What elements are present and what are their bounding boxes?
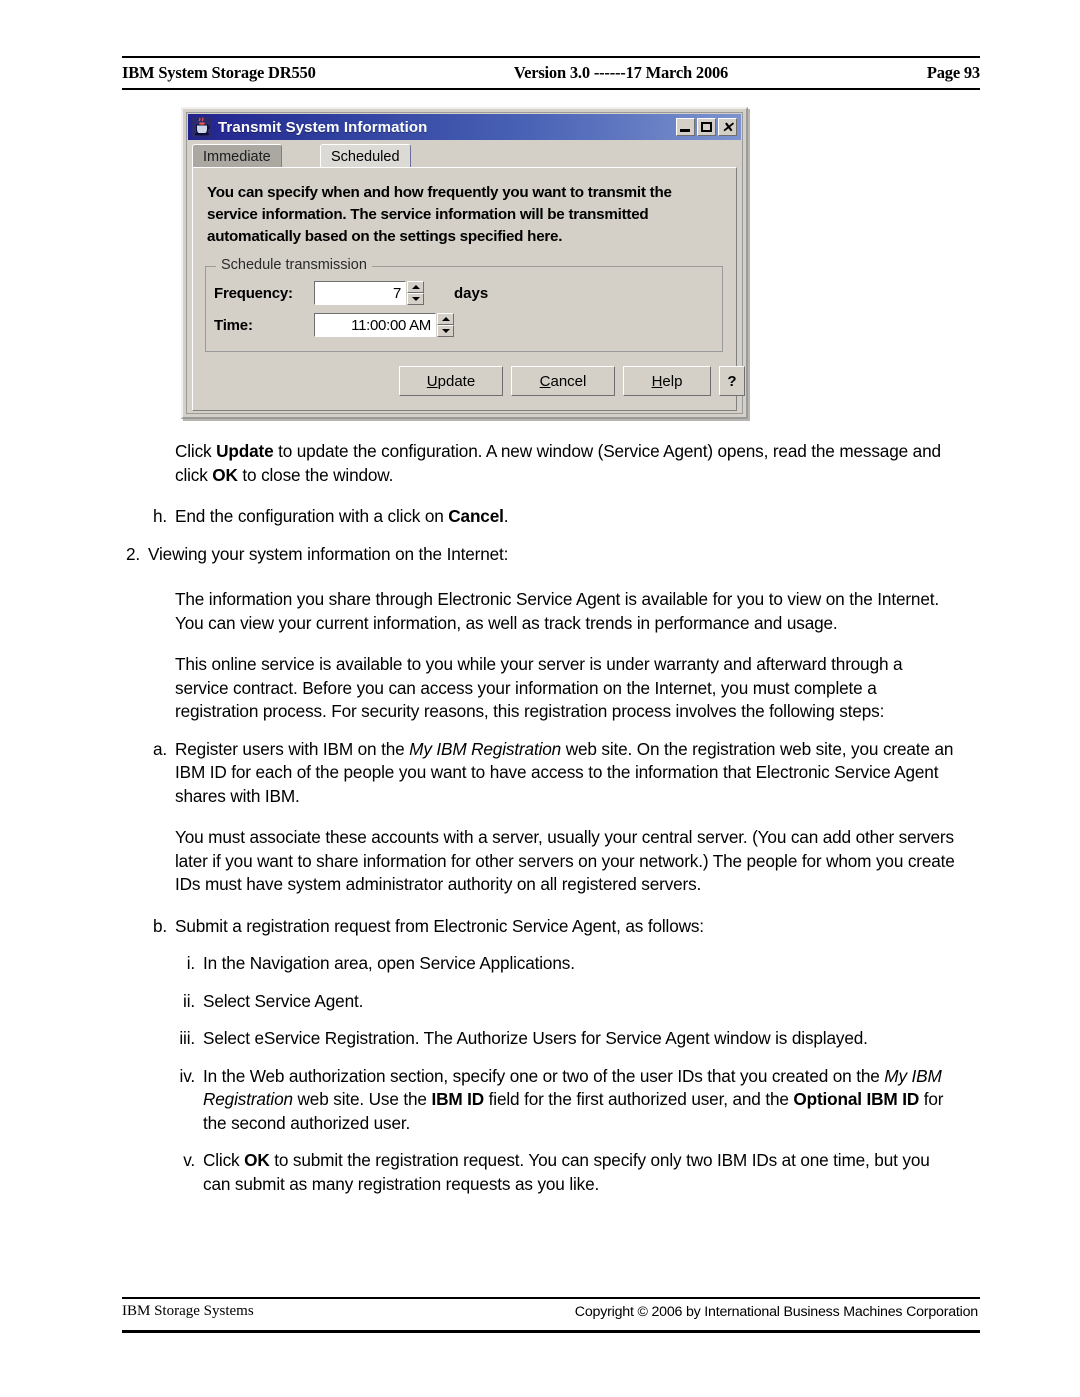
list-item-iii: iii. Select eService Registration. The Au… [179, 1027, 960, 1051]
text-run: to submit the registration request. You … [203, 1150, 930, 1194]
java-coffee-cup-icon [192, 117, 212, 137]
page-header: IBM System Storage DR550 Version 3.0 ---… [122, 56, 980, 90]
footer-division: IBM Storage Systems [122, 1303, 254, 1319]
tab-scheduled-label: Scheduled [331, 148, 400, 165]
help-button-label: elp [662, 372, 683, 390]
tab-scheduled[interactable]: Scheduled [320, 144, 411, 168]
frequency-stepper-buttons [407, 281, 424, 305]
text-run-bold: IBM ID [431, 1089, 485, 1109]
paragraph-associate-accounts: You must associate these accounts with a… [175, 827, 955, 894]
tab-immediate[interactable]: Immediate [192, 144, 282, 168]
frequency-increment-icon[interactable] [407, 281, 424, 293]
text-run-bold: OK [212, 464, 238, 485]
text-run: . [503, 506, 509, 526]
list-marker: 2. [125, 543, 140, 564]
text-run: Select eService Registration. The Author… [203, 1028, 868, 1048]
update-button[interactable]: Update [399, 366, 503, 396]
text-run-italic: My IBM Registration [409, 738, 562, 759]
document-body: Click Update to update the configuration… [0, 440, 1080, 1196]
context-help-button[interactable]: ? [719, 366, 745, 396]
text-run-bold: Optional IBM ID [793, 1089, 920, 1109]
text-run: In the Navigation area, open Service App… [203, 953, 575, 973]
paragraph-online-service: This online service is available to you … [175, 654, 903, 721]
list-item-b: b. Submit a registration request from Ele… [153, 915, 960, 939]
update-button-mnemonic: U [426, 372, 438, 390]
update-button-label: pdate [437, 372, 476, 390]
cancel-button-label: ancel [550, 372, 587, 390]
tab-immediate-label: Immediate [203, 148, 271, 165]
text-run: web site. Use the [292, 1089, 432, 1109]
header-rule-bottom [122, 88, 980, 90]
list-item-h: h. End the configuration with a click on … [153, 505, 960, 529]
header-page-number: Page 93 [926, 63, 980, 82]
list-item-i: i. In the Navigation area, open Service A… [187, 952, 960, 976]
schedule-transmission-legend: Schedule transmission [216, 257, 372, 273]
list-marker: ii. [183, 990, 195, 1011]
page-footer: IBM Storage Systems Copyright © 2006 by … [122, 1297, 980, 1333]
cancel-button[interactable]: Cancel [511, 366, 615, 396]
list-item-2: 2. Viewing your system information on the… [126, 543, 960, 567]
list-marker: i. [186, 953, 195, 973]
dialog-button-row: Update Cancel Help ? [399, 366, 745, 396]
help-button[interactable]: Help [623, 366, 711, 396]
frequency-label: Frequency: [214, 284, 293, 302]
maximize-icon[interactable] [697, 118, 716, 136]
time-input[interactable]: 11:00:00 AM [314, 313, 436, 337]
frequency-input[interactable]: 7 [314, 281, 406, 305]
footer-rule-top [122, 1297, 980, 1299]
transmit-system-information-dialog: Transmit System Information ✕ Immediate … [181, 107, 748, 419]
schedule-transmission-group: Schedule transmission Frequency: 7 days … [205, 257, 723, 352]
text-run: End the configuration with a click on [175, 506, 449, 526]
header-version-date: Version 3.0 ------17 March 2006 [513, 63, 729, 82]
list-item-ii: ii. Select Service Agent. [183, 990, 960, 1014]
list-marker: iii. [179, 1028, 195, 1048]
frequency-field-row: Frequency: 7 days [214, 281, 488, 305]
time-stepper[interactable]: 11:00:00 AM [314, 313, 454, 337]
frequency-stepper[interactable]: 7 [314, 281, 424, 305]
list-item-v: v. Click OK to submit the registration re… [183, 1149, 960, 1196]
list-marker: a. [152, 738, 167, 759]
window-controls: ✕ [676, 118, 737, 136]
minimize-icon[interactable] [676, 118, 695, 136]
time-stepper-buttons [437, 313, 454, 337]
dialog-title: Transmit System Information [218, 118, 428, 136]
paragraph-click-update: Click Update to update the configuration… [175, 440, 960, 487]
paragraph-internet-info: The information you share through Electr… [175, 589, 939, 633]
dialog-description: You can specify when and how frequently … [207, 184, 672, 245]
text-run: field for the first authorized user, and… [484, 1089, 794, 1109]
footer-copyright: Copyright © 2006 by International Busine… [574, 1304, 978, 1320]
text-run: Register users with IBM on the [175, 738, 410, 759]
text-run-bold: Update [216, 441, 274, 461]
text-run: In the Web authorization section, specif… [203, 1065, 885, 1086]
text-run-bold: OK [244, 1150, 270, 1170]
frequency-unit-label: days [454, 284, 489, 302]
list-marker: b. [152, 915, 167, 936]
text-run: to close the window. [237, 464, 394, 485]
dialog-inner-frame: Transmit System Information ✕ Immediate … [186, 112, 745, 414]
list-marker: v. [183, 1150, 195, 1170]
close-icon[interactable]: ✕ [718, 118, 737, 136]
cancel-button-mnemonic: C [539, 372, 551, 390]
text-run: Click [203, 1150, 245, 1170]
text-run: Viewing your system information on the I… [148, 543, 509, 564]
time-decrement-icon[interactable] [437, 325, 454, 337]
header-product-title: IBM System Storage DR550 [122, 63, 316, 82]
list-marker: h. [152, 506, 167, 526]
dialog-content-panel: You can specify when and how frequently … [192, 167, 745, 411]
time-field-row: Time: 11:00:00 AM [214, 313, 454, 337]
text-run-bold: Cancel [448, 506, 504, 526]
dialog-titlebar: Transmit System Information ✕ [188, 114, 741, 140]
time-increment-icon[interactable] [437, 313, 454, 325]
text-run: Submit a registration request from Elect… [175, 915, 704, 936]
list-item-a: a. Register users with IBM on the My IBM … [153, 738, 960, 809]
list-item-iv: iv. In the Web authorization section, spe… [180, 1065, 960, 1136]
frequency-decrement-icon[interactable] [407, 293, 424, 305]
list-marker: iv. [179, 1065, 196, 1086]
help-button-mnemonic: H [651, 372, 663, 390]
text-run: Click [175, 441, 217, 461]
dialog-tabstrip: Immediate Scheduled [192, 143, 737, 168]
footer-rule-bottom [122, 1330, 980, 1333]
text-run: Select Service Agent. [203, 990, 364, 1011]
time-label: Time: [214, 316, 253, 334]
